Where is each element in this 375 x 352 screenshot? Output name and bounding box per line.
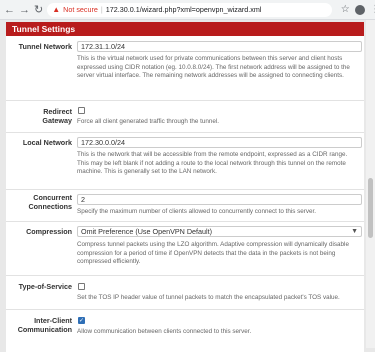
redirect-gateway-row: Redirect Gateway Force all client genera… [6, 100, 364, 133]
type-of-service-help: Set the TOS IP header value of tunnel pa… [77, 294, 340, 301]
redirect-gateway-help: Force all client generated traffic throu… [77, 118, 219, 125]
panel-title: Tunnel Settings [6, 22, 364, 36]
type-of-service-checkbox[interactable] [78, 283, 85, 290]
not-secure-label[interactable]: Not secure [63, 5, 98, 14]
local-network-label: Local Network [22, 138, 72, 147]
address-bar[interactable]: ▲ Not secure | 172.30.0.1/wizard.php?xml… [47, 2, 333, 17]
chevron-down-icon: ▼ [351, 228, 358, 235]
url-text[interactable]: 172.30.0.1/wizard.php?xml=openvpn_wizard… [106, 5, 262, 14]
concurrent-connections-row: Concurrent Connections Specify the maxim… [6, 189, 364, 222]
reload-icon[interactable]: ↻ [34, 3, 43, 16]
checkmark-icon: ✓ [79, 318, 85, 324]
address-separator: | [100, 5, 103, 14]
forward-icon[interactable]: → [19, 4, 30, 16]
tunnel-network-help: This is the virtual network used for pri… [77, 55, 350, 80]
local-network-row: Local Network This is the network that w… [6, 132, 364, 190]
scrollbar-thumb[interactable] [368, 178, 373, 238]
compression-selected-value: Omit Preference (Use OpenVPN Default) [81, 227, 213, 236]
local-network-help: This is the network that will be accessi… [77, 151, 348, 176]
browser-toolbar: ← → ↻ ▲ Not secure | 172.30.0.1/wizard.p… [0, 0, 375, 20]
concurrent-connections-label: Concurrent Connections [28, 193, 72, 211]
warning-icon: ▲ [52, 5, 61, 14]
redirect-gateway-checkbox[interactable] [78, 107, 85, 114]
tunnel-network-row: Tunnel Network This is the virtual netwo… [6, 36, 364, 101]
type-of-service-label: Type-of-Service [18, 282, 72, 291]
tunnel-settings-panel: Tunnel Settings Tunnel Network This is t… [6, 22, 364, 352]
bookmark-star-icon[interactable]: ☆ [338, 4, 352, 15]
concurrent-connections-input[interactable] [77, 194, 362, 205]
inter-client-help: Allow communication between clients conn… [77, 328, 252, 335]
local-network-input[interactable] [77, 137, 362, 148]
profile-avatar[interactable] [355, 4, 366, 15]
compression-select[interactable]: Omit Preference (Use OpenVPN Default) ▼ [77, 226, 362, 237]
redirect-gateway-label: Redirect Gateway [42, 107, 72, 125]
type-of-service-row: Type-of-Service Set the TOS IP header va… [6, 275, 364, 310]
compression-label: Compression [26, 227, 72, 236]
concurrent-connections-help: Specify the maximum number of clients al… [77, 208, 317, 215]
page-scrollbar[interactable] [366, 20, 375, 348]
inter-client-label: Inter-Client Communication [17, 316, 72, 334]
tunnel-network-label: Tunnel Network [18, 42, 72, 51]
inter-client-row: Inter-Client Communication ✓ Allow commu… [6, 309, 364, 349]
compression-row: Compression Omit Preference (Use OpenVPN… [6, 221, 364, 276]
compression-help: Compress tunnel packets using the LZO al… [77, 241, 349, 266]
back-icon[interactable]: ← [4, 4, 15, 16]
inter-client-checkbox[interactable]: ✓ [78, 317, 85, 324]
tunnel-network-input[interactable] [77, 41, 362, 52]
menu-kebab-icon[interactable]: ⋮ [368, 4, 375, 15]
